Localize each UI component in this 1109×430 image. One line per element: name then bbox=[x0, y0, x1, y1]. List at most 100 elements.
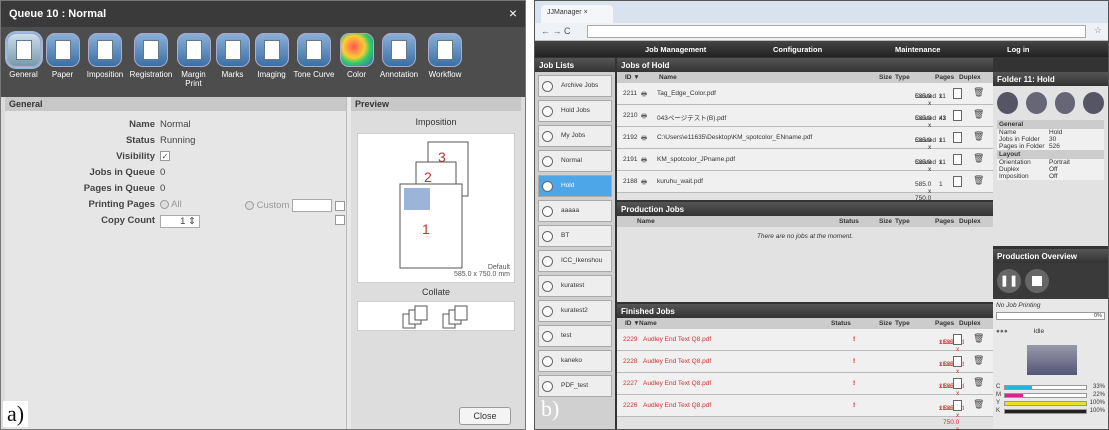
list-item[interactable]: test bbox=[538, 325, 612, 347]
list-item[interactable]: BT bbox=[538, 225, 612, 247]
list-item[interactable]: ICC_Ikenshou bbox=[538, 250, 612, 272]
tool-workflow[interactable]: Workflow bbox=[423, 33, 467, 97]
table-row[interactable]: 2228 Audley End Text Q8.pdf ! 585.0 x 75… bbox=[617, 351, 993, 396]
trash-icon[interactable]: 🗑 bbox=[973, 333, 984, 344]
pause-icon[interactable]: ❚❚ bbox=[997, 269, 1021, 293]
document-icon[interactable] bbox=[953, 356, 962, 367]
hold-jobs-header: Jobs of Hold bbox=[617, 58, 993, 72]
table-row[interactable]: 2227 Audley End Text Q8.pdf ! 585.0 x 75… bbox=[617, 373, 993, 418]
list-item[interactable]: PDF_test bbox=[538, 375, 612, 397]
tool-marks[interactable]: Marks bbox=[214, 33, 251, 97]
list-item[interactable]: My Jobs bbox=[538, 125, 612, 147]
star-icon[interactable]: ☆ bbox=[1094, 25, 1102, 36]
custom-checkbox[interactable] bbox=[334, 200, 345, 211]
workflow-icon bbox=[428, 33, 462, 67]
trash-icon[interactable]: 🗑 bbox=[973, 377, 984, 388]
list-item[interactable]: kuratest bbox=[538, 275, 612, 297]
tool-general[interactable]: General bbox=[5, 33, 42, 97]
copy-count-checkbox[interactable] bbox=[335, 215, 345, 225]
tool-imposition[interactable]: Imposition bbox=[83, 33, 127, 97]
document-icon[interactable] bbox=[953, 378, 962, 389]
trash-icon[interactable]: 🗑 bbox=[973, 153, 984, 164]
tool-annotation[interactable]: Annotation bbox=[377, 33, 421, 97]
document-icon[interactable] bbox=[953, 132, 962, 143]
list-item[interactable]: Hold Jobs bbox=[538, 100, 612, 122]
toner-row: Y 100% bbox=[996, 400, 1105, 406]
field-visibility: Visibility ✓ bbox=[116, 151, 170, 162]
document-icon[interactable] bbox=[953, 154, 962, 165]
trash-icon[interactable]: 🗑 bbox=[973, 87, 984, 98]
production-table-header: Name Status Size Type Pages Duplex bbox=[617, 216, 993, 227]
printer-icon: 🖶 bbox=[641, 135, 648, 142]
all-radio[interactable] bbox=[160, 199, 169, 209]
tool-paper[interactable]: Paper bbox=[44, 33, 81, 97]
nav-login[interactable]: Log in bbox=[1007, 45, 1030, 54]
tool-registration[interactable]: Registration bbox=[129, 33, 173, 97]
table-row[interactable]: 2188 🖶 kuruhu_wait.pdf 585.0 x 750.0 x 0… bbox=[617, 171, 993, 200]
general-header: General bbox=[5, 97, 346, 111]
close-button[interactable]: Close bbox=[459, 407, 511, 425]
dialog-titlebar: Queue 10 : Normal × bbox=[1, 1, 525, 27]
tone-curve-icon bbox=[297, 33, 331, 67]
tool-tone-curve[interactable]: Tone Curve bbox=[292, 33, 336, 97]
url-input[interactable] bbox=[587, 25, 1086, 38]
production-overview: ❚❚ No Job Printing 0% ●●● Idle C 33% M 22% Y… bbox=[993, 263, 1108, 429]
toner-row: K 100% bbox=[996, 408, 1105, 414]
trash-icon[interactable]: 🗑 bbox=[973, 131, 984, 142]
stop-icon[interactable] bbox=[1025, 269, 1049, 293]
trash-icon[interactable]: 🗑 bbox=[973, 399, 984, 410]
table-row[interactable]: 2192 🖶 C:\Users\e11635\Desktop\KM_spotco… bbox=[617, 127, 993, 172]
panel-label-a: a) bbox=[3, 401, 29, 427]
list-item[interactable]: kaneko bbox=[538, 350, 612, 372]
browser-tabbar: JJManager × bbox=[535, 1, 1108, 23]
panel-label-b: b) bbox=[541, 396, 560, 421]
paper-icon bbox=[45, 33, 80, 67]
production-overview-header: Production Overview bbox=[993, 249, 1108, 263]
folder-info-value: Off bbox=[1049, 166, 1058, 173]
nav-job-management[interactable]: Job Management bbox=[645, 45, 706, 54]
field-copy-count: Copy Count 1 ⇕ bbox=[5, 215, 347, 229]
document-icon[interactable] bbox=[953, 88, 962, 99]
back-forward-reload-icons[interactable]: ← → C bbox=[541, 26, 571, 36]
trash-icon[interactable]: 🗑 bbox=[973, 109, 984, 120]
document-icon[interactable] bbox=[953, 334, 962, 345]
nav-maintenance[interactable]: Maintenance bbox=[895, 45, 940, 54]
folder-info-value: 526 bbox=[1049, 143, 1060, 150]
list-item[interactable]: Normal bbox=[538, 150, 612, 172]
document-icon[interactable] bbox=[953, 110, 962, 121]
queue-icon[interactable] bbox=[1054, 92, 1076, 114]
settings-icon[interactable] bbox=[1025, 92, 1047, 114]
document-icon[interactable] bbox=[1083, 92, 1104, 114]
finished-jobs-header: Finished Jobs bbox=[617, 304, 993, 318]
document-icon[interactable] bbox=[953, 176, 962, 187]
table-row[interactable]: 2191 🖶 KM_spotcolor_JPname.pdf 585.0 x 7… bbox=[617, 149, 993, 194]
trash-icon[interactable]: 🗑 bbox=[973, 355, 984, 366]
browser-tab[interactable]: JJManager × bbox=[541, 5, 613, 23]
copy-count-stepper[interactable]: 1 ⇕ bbox=[160, 215, 200, 228]
custom-pages-input[interactable] bbox=[292, 199, 333, 212]
inspect-icon[interactable] bbox=[997, 92, 1018, 114]
table-row[interactable]: 2210 🖶 043ページテスト(B).pdf 585.0 x 750.0 x … bbox=[617, 105, 993, 150]
list-item[interactable]: Archive Jobs bbox=[538, 75, 612, 97]
list-item[interactable]: aaaaa bbox=[538, 200, 612, 222]
default-label: Default bbox=[487, 264, 510, 271]
custom-radio[interactable] bbox=[245, 201, 254, 210]
document-icon[interactable] bbox=[953, 400, 962, 411]
svg-text:2: 2 bbox=[424, 169, 432, 185]
table-row[interactable]: 2229 Audley End Text Q8.pdf ! 585.0 x 75… bbox=[617, 329, 993, 374]
print-progress-bar: 0% bbox=[996, 312, 1105, 320]
tool-margin-print[interactable]: Margin Print bbox=[175, 33, 212, 97]
table-row[interactable]: 2226 Audley End Text Q8.pdf ! 585.0 x 75… bbox=[617, 395, 993, 429]
field-printing-pages: Printing Pages All Custom bbox=[5, 199, 347, 213]
nav-configuration[interactable]: Configuration bbox=[773, 45, 822, 54]
visibility-checkbox[interactable]: ✓ bbox=[160, 151, 170, 162]
tool-color[interactable]: Color bbox=[338, 33, 375, 97]
job-lists-header: Job Lists bbox=[535, 58, 615, 72]
close-icon[interactable]: × bbox=[509, 5, 517, 21]
table-row[interactable]: 2211 🖶 Tag_Edge_Color.pdf 585.0 x 750.0 … bbox=[617, 83, 993, 128]
folder-general-section: General bbox=[997, 120, 1104, 129]
list-item[interactable]: kuratest2 bbox=[538, 300, 612, 322]
trash-icon[interactable]: 🗑 bbox=[973, 175, 984, 186]
tool-imaging[interactable]: Imaging bbox=[253, 33, 290, 97]
list-item[interactable]: Hold bbox=[538, 175, 612, 197]
